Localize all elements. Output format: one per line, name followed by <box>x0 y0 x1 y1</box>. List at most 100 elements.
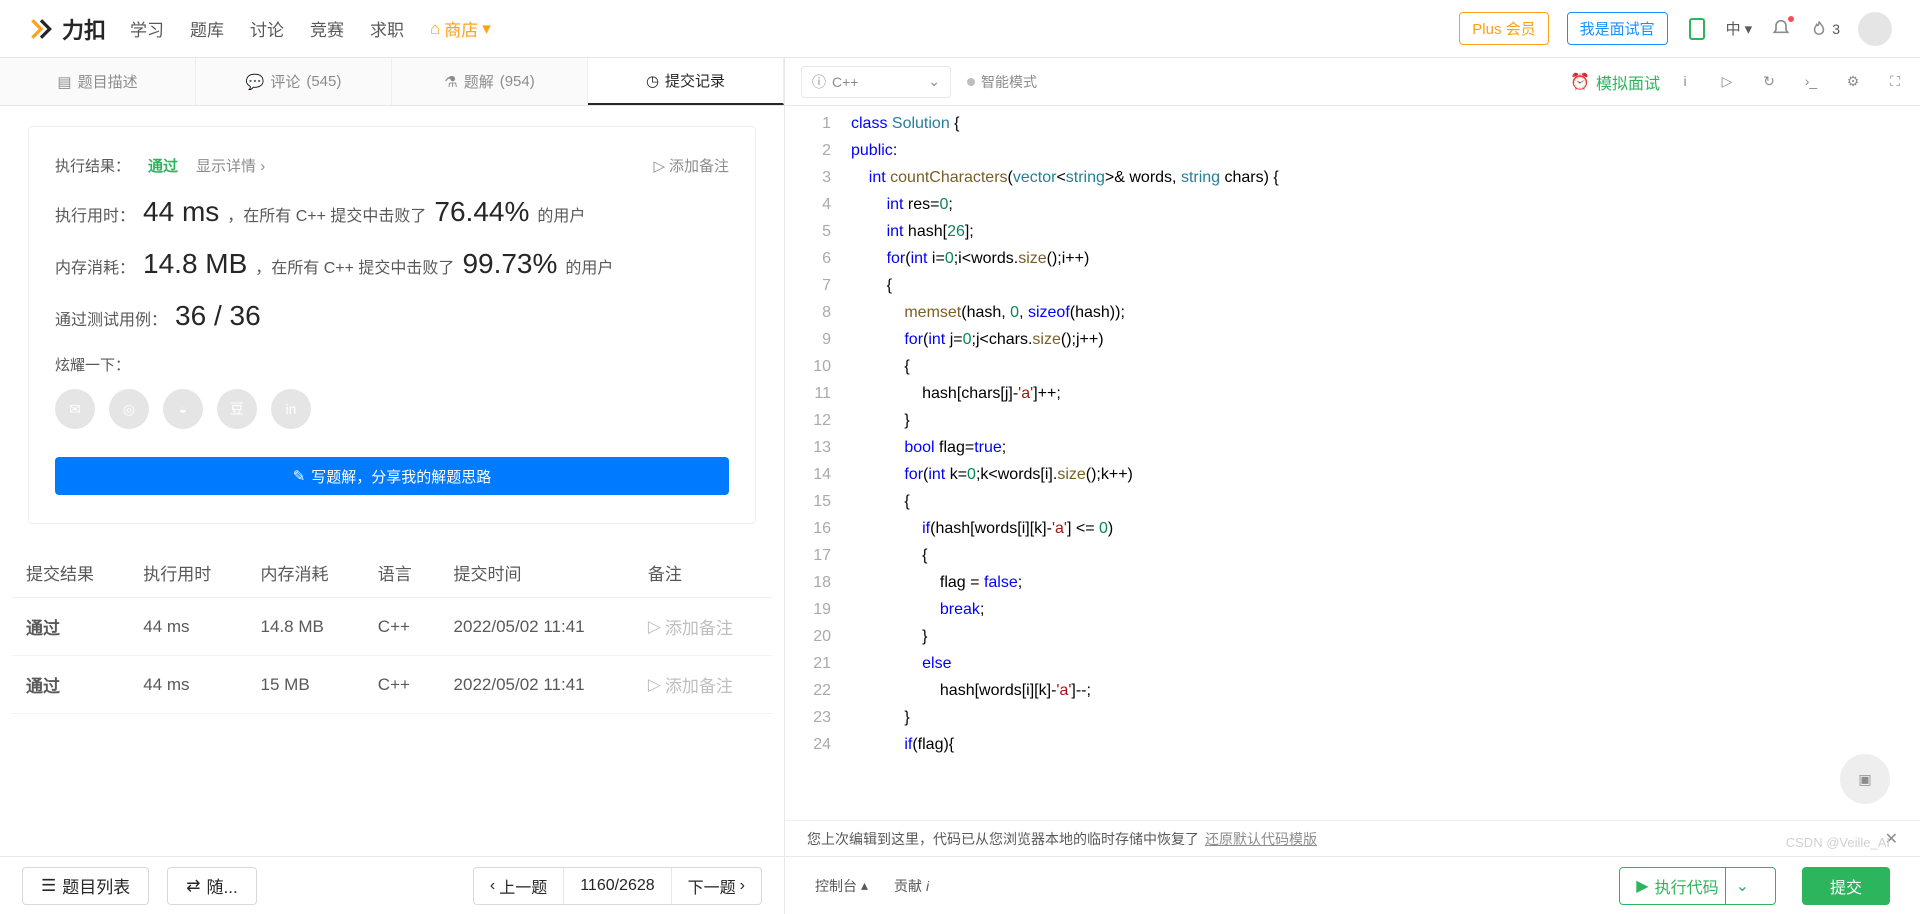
write-solution-button[interactable]: ✎ 写题解，分享我的解题思路 <box>55 457 729 495</box>
comment-icon: 💬 <box>246 73 265 91</box>
mobile-icon[interactable] <box>1686 18 1708 40</box>
runtime-text1: ，在所有 C++ 提交中击败了 <box>227 202 426 226</box>
write-solution-label: 写题解，分享我的解题思路 <box>311 466 491 487</box>
next-problem-button[interactable]: 下一题 › <box>671 868 761 904</box>
submissions-table: 提交结果执行用时内存消耗语言提交时间备注 通过44 ms14.8 MBC++20… <box>12 548 772 714</box>
console-label: 控制台 <box>815 876 857 896</box>
problem-counter: 1160/2628 <box>563 868 670 904</box>
show-detail-link[interactable]: 显示详情 › <box>196 155 265 176</box>
code-area[interactable]: class Solution {public: int countCharact… <box>843 106 1920 820</box>
avatar[interactable] <box>1858 12 1892 46</box>
chevron-down-icon: ▾ <box>482 19 491 39</box>
linkedin-icon[interactable]: in <box>271 389 311 429</box>
contribute-link[interactable]: 贡献 i <box>894 876 929 896</box>
settings-icon[interactable]: ⚙ <box>1844 73 1862 90</box>
memory-text1: ，在所有 C++ 提交中击败了 <box>255 254 454 278</box>
cell-lang: C++ <box>364 598 440 656</box>
smart-mode[interactable]: 智能模式 <box>967 72 1037 92</box>
watermark: CSDN @Veille_AI <box>1786 835 1890 850</box>
result-card: 执行结果： 通过 显示详情 › ▷ 添加备注 执行用时： 44 ms ，在所有 … <box>28 126 756 524</box>
table-header: 备注 <box>634 548 772 598</box>
prev-problem-button[interactable]: ‹ 上一题 <box>474 868 563 904</box>
table-row[interactable]: 通过44 ms14.8 MBC++2022/05/02 11:41▷ 添加备注 <box>12 598 772 656</box>
restore-link[interactable]: 还原默认代码模版 <box>1205 829 1317 849</box>
problem-list-button[interactable]: ☰ 题目列表 <box>22 867 149 905</box>
list-icon: ☰ <box>41 876 56 896</box>
cell-time: 44 ms <box>129 656 246 714</box>
table-row[interactable]: 通过44 ms15 MBC++2022/05/02 11:41▷ 添加备注 <box>12 656 772 714</box>
nav-jobs[interactable]: 求职 <box>370 16 404 41</box>
run-code-button[interactable]: ▶ 执行代码 ⌄ <box>1619 867 1776 905</box>
editor-tool-icons: i ▷ ↻ ›_ ⚙ ⛶ <box>1676 73 1904 90</box>
shop-icon: ⌂ <box>430 19 440 39</box>
reset-icon[interactable]: ↻ <box>1760 73 1778 90</box>
wechat-icon[interactable]: ✉ <box>55 389 95 429</box>
submit-button[interactable]: 提交 <box>1802 867 1890 905</box>
share-row: 炫耀一下： <box>55 354 729 375</box>
flag-icon: ▷ <box>648 617 661 637</box>
nav-problem[interactable]: 题库 <box>190 16 224 41</box>
description-icon: ▤ <box>57 73 71 91</box>
cell-submitted: 2022/05/02 11:41 <box>440 598 634 656</box>
restore-message: 您上次编辑到这里，代码已从您浏览器本地的临时存储中恢复了 <box>807 829 1199 849</box>
smart-mode-label: 智能模式 <box>981 72 1037 92</box>
cell-mem: 15 MB <box>247 656 364 714</box>
memory-text2: 的用户 <box>565 254 613 278</box>
code-editor[interactable]: 123456789101112131415161718192021222324 … <box>785 106 1920 820</box>
run-dropdown[interactable]: ⌄ <box>1725 868 1759 904</box>
random-button[interactable]: ⇄ 随... <box>167 867 256 905</box>
notebook-button[interactable]: ▣ <box>1840 754 1890 804</box>
runtime-label: 执行用时： <box>55 202 135 226</box>
cell-note[interactable]: ▷ 添加备注 <box>634 656 772 714</box>
streak-icon[interactable]: 3 <box>1810 18 1840 40</box>
play-icon[interactable]: ▷ <box>1718 73 1736 90</box>
tab-solutions[interactable]: ⚗ 题解 (954) <box>392 58 588 105</box>
tab-submissions[interactable]: ◷ 提交记录 <box>588 58 784 105</box>
tab-comments[interactable]: 💬 评论 (545) <box>196 58 392 105</box>
streak-count: 3 <box>1832 21 1840 37</box>
cell-note[interactable]: ▷ 添加备注 <box>634 598 772 656</box>
interviewer-button[interactable]: 我是面试官 <box>1567 12 1668 45</box>
bottom-bar: ☰ 题目列表 ⇄ 随... ‹ 上一题 1160/2628 下一题 › 控制台 … <box>0 856 1920 914</box>
tab-description-label: 题目描述 <box>78 71 138 92</box>
bell-icon[interactable] <box>1770 18 1792 40</box>
plus-button[interactable]: Plus 会员 <box>1459 12 1548 45</box>
notebook-icon: ▣ <box>1858 771 1871 788</box>
terminal-icon[interactable]: ›_ <box>1802 73 1820 90</box>
cell-mem: 14.8 MB <box>247 598 364 656</box>
show-detail-label: 显示详情 <box>196 158 256 175</box>
weibo-icon[interactable]: ◎ <box>109 389 149 429</box>
mock-label: 模拟面试 <box>1596 70 1660 94</box>
editor-toolbar: ⓘ C++ ⌄ 智能模式 ⏰ 模拟面试 i ▷ ↻ ›_ ⚙ ⛶ <box>785 58 1920 106</box>
nav-learn[interactable]: 学习 <box>130 16 164 41</box>
share-label: 炫耀一下： <box>55 357 130 374</box>
runtime-value: 44 ms <box>143 196 219 228</box>
fullscreen-icon[interactable]: ⛶ <box>1886 73 1904 90</box>
add-note-button[interactable]: ▷ 添加备注 <box>653 155 729 176</box>
nav-contest[interactable]: 竞赛 <box>310 16 344 41</box>
table-header: 语言 <box>364 548 440 598</box>
language-dropdown[interactable]: ⓘ C++ ⌄ <box>801 66 951 98</box>
nav-shop[interactable]: ⌂ 商店 ▾ <box>430 16 491 41</box>
mock-interview-button[interactable]: ⏰ 模拟面试 <box>1570 70 1660 94</box>
chevron-right-icon: › <box>740 877 745 895</box>
console-toggle[interactable]: 控制台 ▴ <box>815 876 868 896</box>
shop-label: 商店 <box>444 16 478 41</box>
language-selector[interactable]: 中 ▾ <box>1726 18 1753 39</box>
restore-bar: 您上次编辑到这里，代码已从您浏览器本地的临时存储中恢复了 还原默认代码模版 ✕ <box>785 820 1920 856</box>
tab-comments-count: (545) <box>306 73 341 90</box>
tab-description[interactable]: ▤ 题目描述 <box>0 58 196 105</box>
table-header: 执行用时 <box>129 548 246 598</box>
left-scroll[interactable]: 执行结果： 通过 显示详情 › ▷ 添加备注 执行用时： 44 ms ，在所有 … <box>0 106 784 856</box>
prev-label: 上一题 <box>499 874 547 898</box>
flag-icon: ▷ <box>653 157 665 175</box>
logo[interactable]: 力扣 <box>28 13 106 45</box>
run-label: 执行代码 <box>1655 874 1719 898</box>
info-icon: i <box>926 878 929 894</box>
info-icon[interactable]: i <box>1676 73 1694 90</box>
douban-icon[interactable]: 豆 <box>217 389 257 429</box>
nav-discuss[interactable]: 讨论 <box>250 16 284 41</box>
chevron-up-icon: ▴ <box>861 877 868 894</box>
problem-nav: ‹ 上一题 1160/2628 下一题 › <box>473 867 762 905</box>
qq-icon[interactable]: ◒ <box>163 389 203 429</box>
